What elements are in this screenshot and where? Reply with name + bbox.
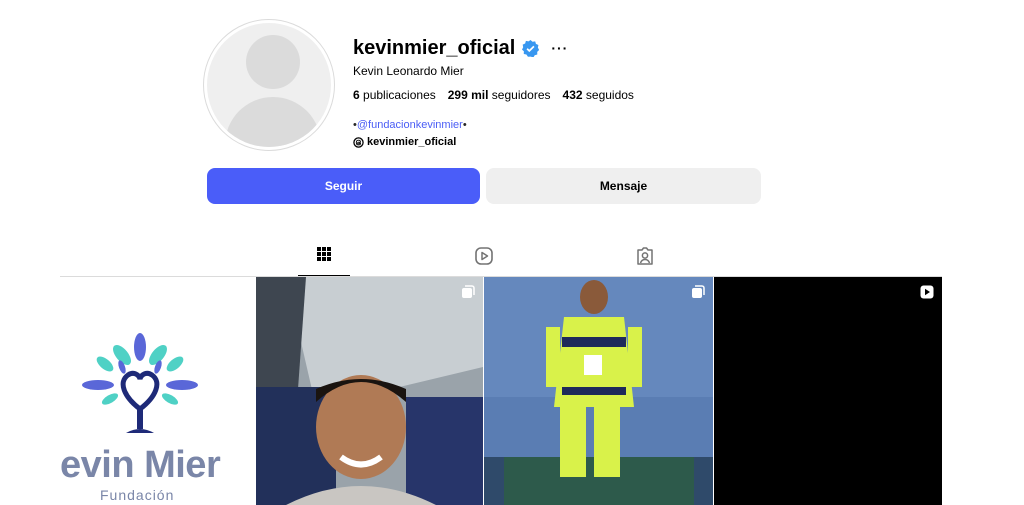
grid-icon <box>317 247 331 261</box>
post-tile-selfie[interactable] <box>256 277 483 505</box>
profile-avatar[interactable] <box>203 19 335 151</box>
verified-badge-icon <box>522 39 540 57</box>
selfie-photo <box>256 277 483 505</box>
post-tile-reel[interactable] <box>714 277 942 505</box>
bio-mention-link[interactable]: @fundacionkevinmier <box>357 119 463 131</box>
foundation-wordmark: evin Mier <box>60 444 221 486</box>
foundation-tree-logo <box>82 333 198 433</box>
threads-handle: kevinmier_oficial <box>367 136 457 148</box>
foundation-subtitle: Fundación <box>100 487 175 503</box>
message-button[interactable]: Mensaje <box>486 168 761 204</box>
tab-posts[interactable] <box>298 246 350 276</box>
tagged-icon <box>637 247 653 265</box>
profile-stats: 6 publicaciones 299 mil seguidores 432 s… <box>353 88 646 102</box>
threads-link[interactable]: kevinmier_oficial <box>353 136 456 148</box>
followers-count: 299 mil <box>447 88 489 102</box>
following-count: 432 <box>562 88 583 102</box>
tab-tagged[interactable] <box>619 246 671 276</box>
avatar-placeholder <box>207 23 331 147</box>
more-options-icon[interactable]: ··· <box>551 41 568 55</box>
tab-reels[interactable] <box>458 246 510 276</box>
stat-posts: 6 publicaciones <box>353 88 436 102</box>
stat-followers[interactable]: 299 mil seguidores <box>448 88 551 102</box>
followers-label: seguidores <box>491 88 551 102</box>
bio-line: •@fundacionkevinmier• <box>353 119 467 131</box>
follow-button[interactable]: Seguir <box>207 168 480 204</box>
reel-icon <box>920 285 934 299</box>
username: kevinmier_oficial <box>353 36 516 59</box>
posts-grid: evin Mier Fundación <box>60 277 942 505</box>
stat-following[interactable]: 432 seguidos <box>563 88 634 102</box>
bio-suffix: • <box>462 119 467 131</box>
carousel-icon <box>462 285 475 298</box>
following-label: seguidos <box>585 88 634 102</box>
posts-label: publicaciones <box>363 88 436 102</box>
threads-icon <box>353 136 364 148</box>
full-name: Kevin Leonardo Mier <box>353 64 464 78</box>
avatar-body-shape <box>225 97 321 147</box>
username-row: kevinmier_oficial ··· <box>353 36 568 60</box>
post-tile-goalkeeper[interactable] <box>484 277 713 505</box>
reels-icon <box>475 247 493 265</box>
carousel-icon <box>692 285 705 298</box>
post-tile-foundation-logo[interactable]: evin Mier Fundación <box>60 277 256 505</box>
goalkeeper-photo <box>484 277 713 505</box>
avatar-head-shape <box>246 35 300 89</box>
posts-count: 6 <box>353 88 360 102</box>
